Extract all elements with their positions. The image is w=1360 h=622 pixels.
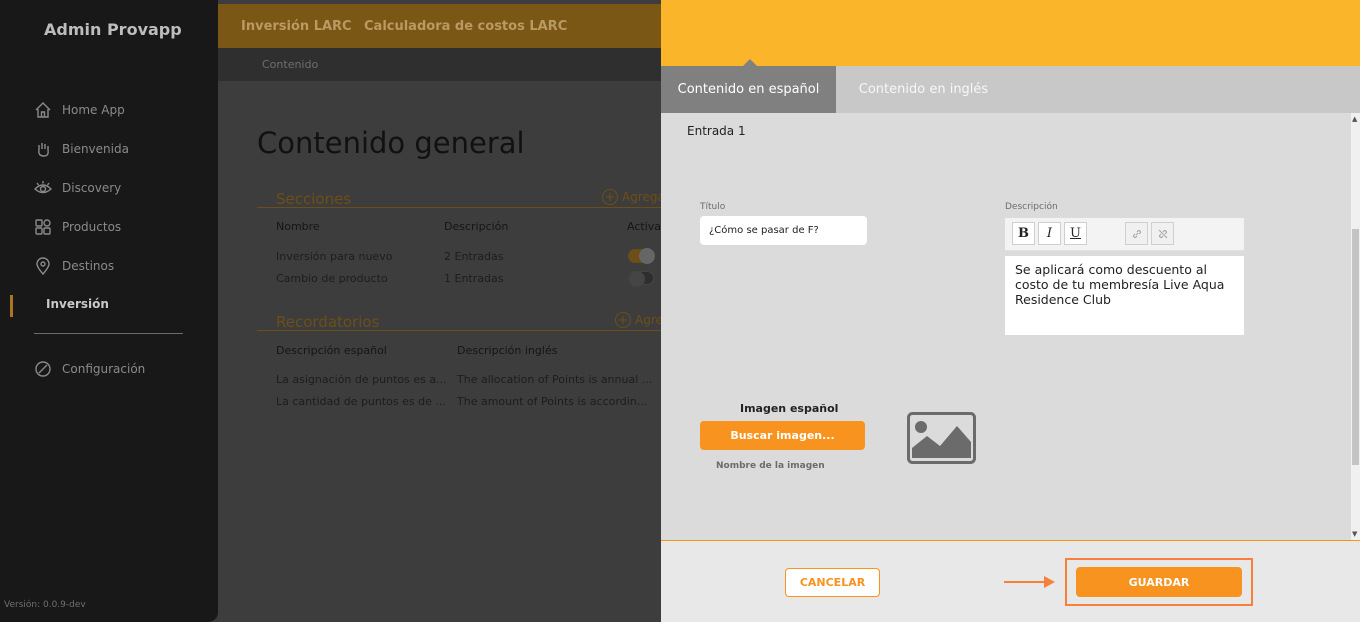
section-divider (257, 330, 661, 331)
cancel-button[interactable]: CANCELAR (785, 568, 880, 597)
italic-button[interactable]: I (1038, 222, 1061, 245)
underline-button[interactable]: U (1064, 222, 1087, 245)
table-cell: 1 Entradas (444, 272, 504, 285)
sidebar-item-configuracion[interactable]: Configuración (34, 360, 145, 378)
scrollbar-thumb[interactable] (1352, 229, 1359, 465)
active-toggle[interactable] (628, 248, 655, 264)
tab-calculadora-costos[interactable]: Calculadora de costos LARC (364, 19, 567, 34)
content-editor-panel: Contenido en español Contenido en inglés… (661, 0, 1360, 622)
title-input[interactable] (700, 216, 867, 245)
entry-label: Entrada 1 (687, 124, 746, 138)
image-placeholder-icon (907, 412, 976, 464)
sidebar: Admin Provapp Home App Bienvenida Discov… (0, 0, 218, 622)
panel-footer: CANCELAR GUARDAR (661, 540, 1360, 622)
top-tab-bar: Inversión LARC Calculadora de costos LAR… (218, 4, 661, 48)
sidebar-item-label: Configuración (62, 362, 146, 376)
home-icon (35, 102, 51, 118)
panel-scroll-area: Entrada 1 Título Descripción B I U Se ap… (661, 113, 1360, 540)
eye-icon (34, 181, 52, 194)
sidebar-item-bienvenida[interactable]: Bienvenida (34, 140, 129, 158)
plus-circle-icon: + (602, 189, 618, 205)
unlink-button[interactable] (1151, 222, 1174, 245)
table-cell: The allocation of Points is annual ... (457, 373, 653, 386)
table-cell: La cantidad de puntos es de ... (276, 395, 446, 408)
breadcrumb-item[interactable]: Contenido (262, 58, 318, 71)
description-editor[interactable]: Se aplicará como descuento al costo de t… (1005, 256, 1244, 335)
grid-icon (35, 219, 51, 235)
table-cell: 2 Entradas (444, 250, 504, 263)
active-indicator (10, 295, 13, 317)
breadcrumb: Contenido (218, 48, 661, 81)
column-header: Activar (627, 220, 661, 233)
column-header: Descripción español (276, 344, 387, 357)
language-tabs: Contenido en español Contenido en inglés (661, 59, 1360, 113)
section-divider (257, 207, 661, 208)
sidebar-item-inversion[interactable]: Inversión (46, 297, 109, 311)
sidebar-item-label: Destinos (62, 259, 115, 273)
app-brand: Admin Provapp (44, 20, 182, 39)
link-button[interactable] (1125, 222, 1148, 245)
plus-circle-icon: + (615, 312, 631, 328)
sidebar-item-label: Productos (62, 220, 122, 234)
sidebar-item-label: Bienvenida (62, 142, 129, 156)
reminders-title: Recordatorios (276, 313, 380, 331)
tab-contenido-ingles[interactable]: Contenido en inglés (836, 66, 1011, 113)
page-title: Contenido general (257, 126, 525, 160)
save-button[interactable]: GUARDAR (1076, 567, 1242, 597)
wave-hand-icon (38, 143, 49, 157)
sections-title: Secciones (276, 190, 352, 208)
add-reminder-button[interactable]: + Agregar (615, 312, 661, 328)
image-name-label: Nombre de la imagen (716, 461, 825, 471)
sidebar-item-discovery[interactable]: Discovery (34, 179, 121, 197)
sidebar-item-productos[interactable]: Productos (34, 218, 121, 236)
column-header: Descripción inglés (457, 344, 558, 357)
sidebar-item-destinos[interactable]: Destinos (34, 257, 114, 275)
title-label: Título (700, 202, 726, 212)
scroll-up-icon[interactable]: ▲ (1352, 115, 1357, 123)
panel-header (661, 0, 1360, 66)
image-label: Imagen español (740, 402, 839, 415)
column-header: Descripción (444, 220, 509, 233)
tab-contenido-espanol[interactable]: Contenido en español (661, 59, 836, 113)
location-pin-icon (36, 257, 50, 275)
link-icon (1132, 229, 1141, 238)
description-label: Descripción (1005, 202, 1058, 212)
unlink-icon (1158, 229, 1167, 238)
active-toggle[interactable] (628, 271, 654, 287)
scroll-down-icon[interactable]: ▼ (1352, 530, 1357, 538)
table-cell: La asignación de puntos es a... (276, 373, 447, 386)
compass-icon (35, 361, 51, 377)
bold-button[interactable]: B (1012, 222, 1035, 245)
table-cell: Inversión para nuevo (276, 250, 393, 263)
search-image-button[interactable]: Buscar imagen... (700, 421, 865, 450)
panel-scrollbar[interactable]: ▲ ▼ (1351, 113, 1360, 540)
sidebar-item-label: Discovery (62, 181, 122, 195)
editor-toolbar: B I U (1005, 218, 1244, 251)
add-section-button[interactable]: + Agregar (602, 189, 661, 205)
table-cell: Cambio de producto (276, 272, 388, 285)
background-page: Inversión LARC Calculadora de costos LAR… (218, 0, 661, 622)
table-cell: The amount of Points is accordin... (457, 395, 648, 408)
arrow-right-icon (1004, 576, 1055, 588)
version-label: Versión: 0.0.9-dev (4, 600, 86, 610)
sidebar-item-label: Home App (62, 103, 125, 117)
sidebar-item-home-app[interactable]: Home App (34, 101, 125, 119)
tab-inversion-larc[interactable]: Inversión LARC (241, 19, 352, 34)
sidebar-divider (34, 333, 183, 334)
column-header: Nombre (276, 220, 320, 233)
